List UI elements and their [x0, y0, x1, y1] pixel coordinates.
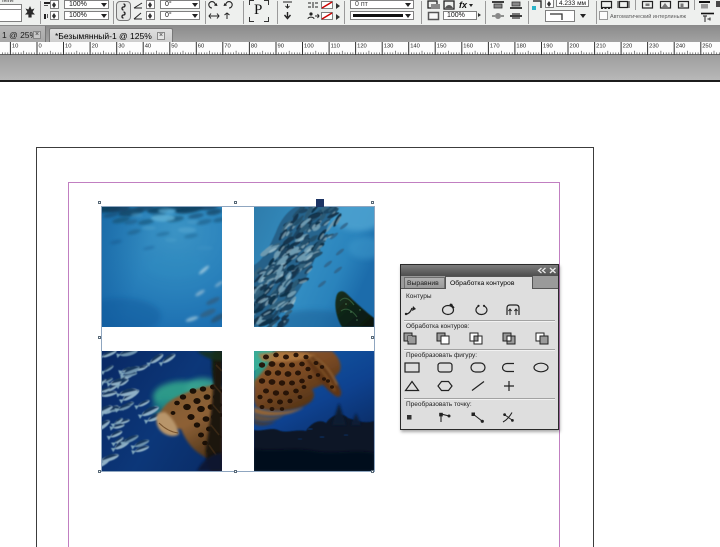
svg-text:230: 230 — [649, 44, 659, 50]
svg-text:210: 210 — [596, 44, 606, 50]
svg-text:80: 80 — [251, 44, 257, 50]
svg-text:70: 70 — [224, 44, 230, 50]
svg-text:170: 170 — [490, 44, 500, 50]
svg-text:200: 200 — [570, 44, 580, 50]
svg-text:180: 180 — [516, 44, 526, 50]
svg-text:220: 220 — [623, 44, 633, 50]
svg-text:90: 90 — [278, 44, 284, 50]
svg-text:30: 30 — [118, 44, 124, 50]
svg-text:110: 110 — [331, 44, 340, 50]
svg-text:100: 100 — [304, 44, 314, 50]
svg-text:150: 150 — [437, 44, 447, 50]
svg-text:130: 130 — [384, 44, 394, 50]
svg-text:120: 120 — [357, 44, 367, 50]
svg-text:0: 0 — [39, 44, 42, 50]
svg-text:160: 160 — [463, 44, 473, 50]
svg-text:50: 50 — [171, 44, 177, 50]
svg-text:20: 20 — [92, 44, 98, 50]
svg-text:40: 40 — [145, 44, 151, 50]
svg-text:140: 140 — [410, 44, 420, 50]
svg-text:10: 10 — [65, 44, 71, 50]
svg-text:60: 60 — [198, 44, 204, 50]
svg-text:190: 190 — [543, 44, 553, 50]
svg-text:240: 240 — [676, 44, 686, 50]
svg-text:10: 10 — [12, 44, 18, 50]
svg-text:250: 250 — [702, 44, 712, 50]
